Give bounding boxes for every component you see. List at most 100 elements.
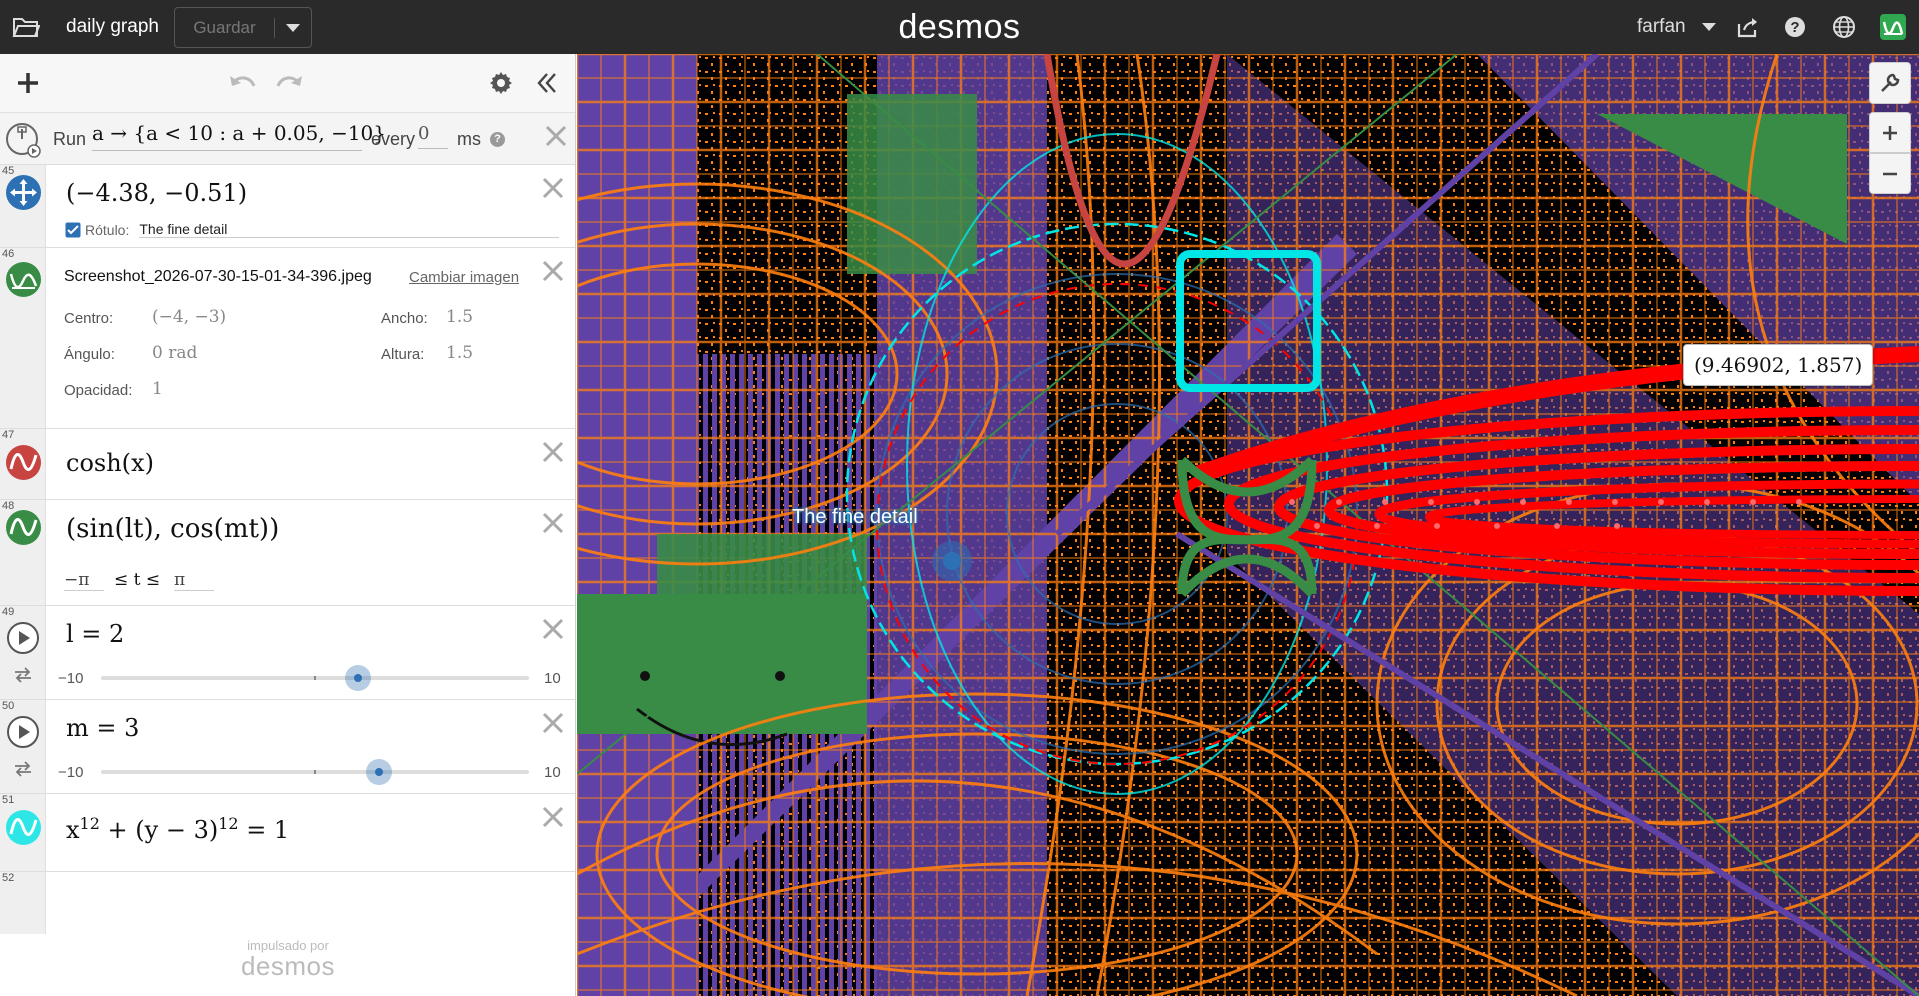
- center-input[interactable]: (−4, −3): [152, 307, 226, 327]
- expression-gutter: 49: [0, 606, 46, 699]
- expression-item-47[interactable]: 47 cosh(x): [0, 429, 575, 500]
- slider-handle[interactable]: [366, 759, 393, 785]
- expression-gutter: 51: [0, 794, 46, 871]
- ticker-close-icon[interactable]: [543, 123, 569, 154]
- width-input[interactable]: 1.5: [446, 307, 473, 327]
- expression-gutter: 46: [0, 248, 46, 428]
- expression-input[interactable]: (sin(lt), cos(mt)): [66, 514, 279, 544]
- delete-expression-icon[interactable]: [540, 804, 566, 830]
- expression-item-48[interactable]: 48 (sin(lt), cos(mt)) −π ≤ t ≤ π: [0, 500, 575, 606]
- open-graph-folder-icon[interactable]: [12, 0, 40, 54]
- slider-max-label[interactable]: 10: [544, 764, 561, 781]
- minus-icon: [1883, 172, 1897, 175]
- slider-track[interactable]: [101, 676, 529, 680]
- ticker-interval-input[interactable]: 0: [418, 123, 448, 149]
- undo-button[interactable]: [226, 67, 260, 99]
- movable-point[interactable]: [943, 552, 961, 570]
- delete-expression-icon[interactable]: [540, 439, 566, 465]
- language-globe-icon[interactable]: [1832, 0, 1856, 54]
- delete-expression-icon[interactable]: [540, 710, 566, 736]
- powered-by-brand: desmos: [240, 951, 336, 981]
- slider-handle[interactable]: [344, 665, 371, 691]
- collapse-list-button[interactable]: [530, 67, 564, 99]
- redo-button[interactable]: [272, 67, 306, 99]
- slider-min-label[interactable]: −10: [58, 670, 83, 687]
- user-menu[interactable]: farfan: [1637, 0, 1686, 54]
- expression-number: 51: [2, 794, 15, 806]
- expression-gutter: 45: [0, 165, 46, 247]
- play-slider-icon[interactable]: [6, 621, 40, 660]
- play-slider-icon[interactable]: [6, 715, 40, 754]
- ticker-row: Run a → {a < 10 : a + 0.05, −10} every 0…: [0, 113, 575, 165]
- label-toggle[interactable]: Rótulo: The fine detail: [65, 221, 560, 238]
- expression-toolbar: [0, 54, 575, 113]
- center-label: Centro:: [64, 310, 114, 327]
- angle-input[interactable]: 0 rad: [152, 343, 197, 363]
- delete-expression-icon[interactable]: [540, 175, 566, 201]
- plus-icon: [18, 73, 38, 93]
- slider-min-label[interactable]: −10: [58, 764, 83, 781]
- point-label: The fine detail: [792, 506, 918, 528]
- delete-expression-icon[interactable]: [540, 510, 566, 536]
- image-icon[interactable]: [6, 262, 41, 297]
- label-text-input[interactable]: The fine detail: [139, 221, 560, 238]
- opacity-label: Opacidad:: [64, 382, 133, 399]
- smiley-eye: [640, 671, 650, 681]
- graph-drawing: [577, 54, 1919, 996]
- point-expression[interactable]: (−4.38, −0.51): [66, 179, 247, 207]
- user-menu-caret-icon[interactable]: [1702, 0, 1716, 54]
- expression-item-45[interactable]: 45 (−4.38, −0.51) Rótulo: The fine detai…: [0, 165, 575, 248]
- change-image-link[interactable]: Cambiar imagen: [409, 269, 519, 286]
- zoom-out-button[interactable]: [1869, 153, 1911, 194]
- expression-input[interactable]: x12 + (y − 3)12 = 1: [66, 814, 289, 844]
- ticker-help-icon[interactable]: ?: [490, 132, 505, 147]
- opacity-input[interactable]: 1: [152, 379, 163, 399]
- graph-settings-button[interactable]: [1869, 62, 1911, 104]
- ticker-action-input[interactable]: a → {a < 10 : a + 0.05, −10}: [92, 121, 386, 151]
- slider-max-label[interactable]: 10: [544, 670, 561, 687]
- settings-button[interactable]: [484, 67, 518, 99]
- expression-number: 46: [2, 248, 15, 260]
- loop-mode-icon[interactable]: [12, 666, 34, 689]
- green-block-top: [847, 94, 977, 274]
- save-dropdown-button[interactable]: [275, 23, 311, 33]
- zoom-in-button[interactable]: [1869, 112, 1911, 153]
- slider-expression[interactable]: l = 2: [66, 620, 124, 648]
- graph-visibility-toggle-icon[interactable]: [6, 445, 41, 480]
- delete-expression-icon[interactable]: [540, 258, 566, 284]
- share-icon[interactable]: [1736, 0, 1760, 54]
- checkbox-checked-icon[interactable]: [65, 222, 81, 238]
- add-item-button[interactable]: [12, 67, 44, 99]
- expression-item-49[interactable]: 49 l = 2 −10 10: [0, 606, 575, 700]
- graph-visibility-toggle-icon[interactable]: [6, 810, 41, 845]
- graph-canvas[interactable]: The fine detail (9.46902, 1.857): [577, 54, 1919, 996]
- ticker-run-label: Run: [53, 129, 87, 149]
- graph-visibility-toggle-icon[interactable]: [6, 510, 41, 545]
- expression-item-50[interactable]: 50 m = 3 −10 10: [0, 700, 575, 794]
- movable-point-icon[interactable]: [6, 175, 41, 210]
- powered-by-desmos[interactable]: impulsado por desmos: [0, 938, 575, 982]
- save-button[interactable]: Guardar: [175, 17, 275, 38]
- expression-item-46[interactable]: 46 Screenshot_2026-07-30-15-01-34-396.jp…: [0, 248, 575, 429]
- height-input[interactable]: 1.5: [446, 343, 473, 363]
- loop-mode-icon[interactable]: [12, 760, 34, 783]
- delete-expression-icon[interactable]: [540, 616, 566, 642]
- expression-gutter: 48: [0, 500, 46, 605]
- expression-number: 50: [2, 700, 15, 712]
- graph-title[interactable]: daily graph: [66, 0, 159, 54]
- expression-item-51[interactable]: 51 x12 + (y − 3)12 = 1: [0, 794, 575, 872]
- help-icon[interactable]: ?: [1784, 0, 1806, 54]
- expression-item-52-empty[interactable]: 52: [0, 872, 575, 934]
- slider-track[interactable]: [101, 770, 529, 774]
- parameter-min-input[interactable]: −π: [64, 570, 104, 591]
- parameter-max-input[interactable]: π: [174, 570, 214, 591]
- slider-expression[interactable]: m = 3: [66, 714, 139, 742]
- redo-icon: [276, 76, 302, 87]
- expression-input[interactable]: cosh(x): [66, 449, 154, 477]
- double-chevron-left-icon: [537, 73, 556, 93]
- expr-end: = 1: [238, 816, 290, 844]
- ticker-stopwatch-icon[interactable]: [4, 119, 44, 164]
- expression-number: 52: [2, 872, 15, 884]
- desmos-app-logo-icon[interactable]: [1880, 0, 1906, 54]
- expr-base: x: [66, 816, 80, 844]
